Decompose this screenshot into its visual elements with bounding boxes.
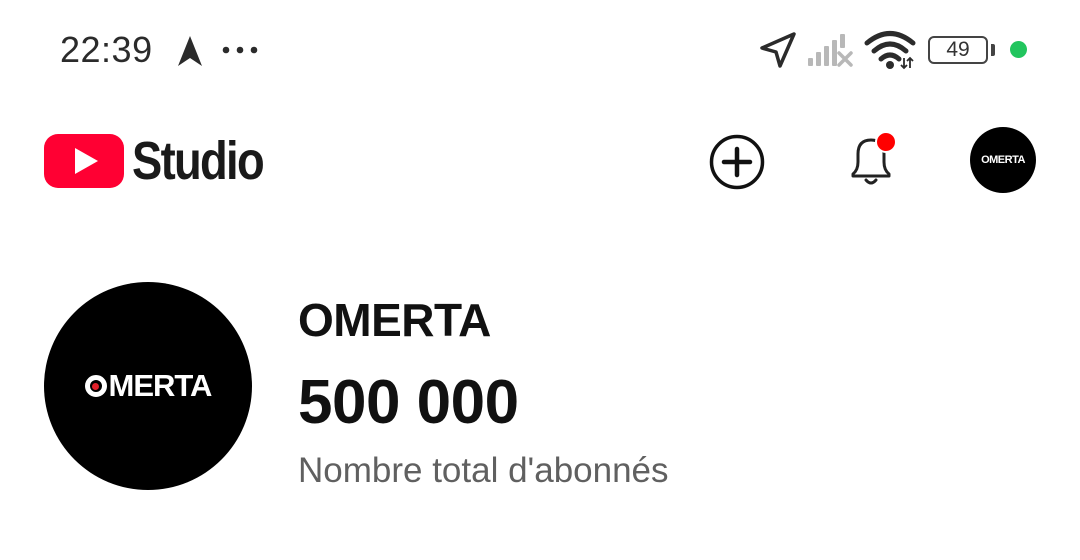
- status-bar: 22:39 49: [0, 0, 1080, 100]
- record-dot: [92, 382, 100, 390]
- cellular-signal-off-icon: [808, 34, 853, 67]
- navigation-arrow-icon: [178, 36, 202, 66]
- wifi-icon: [864, 31, 916, 70]
- record-ring-icon: [84, 375, 107, 397]
- status-time: 22:39: [60, 29, 153, 70]
- battery-icon: 49: [928, 36, 988, 64]
- subscriber-count: 500 000: [298, 368, 519, 437]
- more-dots-icon: [222, 46, 258, 54]
- account-avatar-label: OMERTA: [981, 154, 1025, 166]
- battery-tip: [991, 44, 995, 56]
- account-avatar[interactable]: OMERTA: [970, 127, 1036, 193]
- location-icon: [760, 32, 796, 68]
- channel-avatar[interactable]: MERTA: [44, 282, 252, 490]
- create-button[interactable]: [708, 133, 766, 191]
- notifications-bell-button[interactable]: [840, 128, 904, 192]
- channel-avatar-label: MERTA: [108, 368, 213, 403]
- subscriber-label: Nombre total d'abonnés: [298, 451, 669, 490]
- channel-logo: MERTA: [84, 368, 213, 404]
- app-title: Studio: [132, 131, 265, 191]
- youtube-logo-icon: [44, 134, 124, 188]
- youtube-studio-screen: 22:39 49 Studio OMERTA MERTA OMERTA 500 …: [0, 0, 1080, 560]
- active-dot-indicator: [1010, 41, 1027, 58]
- channel-name: OMERTA: [298, 294, 491, 346]
- battery-level: 49: [946, 38, 970, 61]
